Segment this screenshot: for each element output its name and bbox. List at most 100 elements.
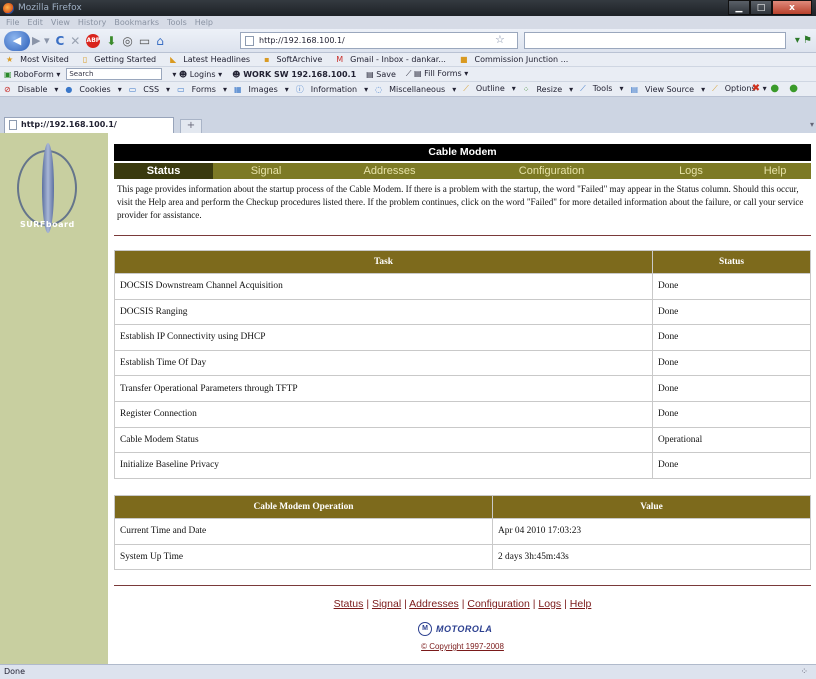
task-cell: Transfer Operational Parameters through … — [114, 375, 653, 402]
bookmark-latest-headlines[interactable]: ◣ Latest Headlines — [170, 55, 257, 64]
footer-link-status[interactable]: Status — [334, 598, 364, 610]
task-cell: Initialize Baseline Privacy — [114, 452, 653, 479]
status-bar: Done ⁘ — [0, 664, 816, 679]
download-icon[interactable]: ⬇ — [106, 34, 116, 48]
options-icon: ⟋ — [712, 84, 718, 93]
table-row: Establish IP Connectivity using DHCP Done — [114, 324, 811, 351]
maximize-button[interactable]: □ — [750, 0, 772, 15]
css-icon: ▭ — [128, 84, 137, 94]
nav-tab-logs[interactable]: Logs — [643, 163, 739, 179]
task-cell: DOCSIS Ranging — [114, 298, 653, 326]
new-tab-button[interactable]: + — [180, 119, 202, 133]
nav-tab-help[interactable]: Help — [739, 163, 811, 179]
page-icon — [9, 120, 17, 130]
footer-link-help[interactable]: Help — [570, 598, 592, 610]
bookmark-star-icon[interactable]: ☆ — [495, 33, 505, 46]
nav-tab-addresses[interactable]: Addresses — [319, 163, 460, 179]
bookmark-softarchive[interactable]: ▪ SoftArchive — [264, 55, 329, 64]
footer-link-addresses[interactable]: Addresses — [409, 598, 459, 610]
table-row: Register Connection Done — [114, 400, 811, 428]
bookmark-most-visited[interactable]: ★ Most Visited — [6, 55, 76, 64]
reload-icon[interactable]: C — [55, 34, 64, 48]
status-cell: Done — [652, 375, 811, 402]
roboform-menu[interactable]: RoboForm — [14, 70, 54, 79]
back-button[interactable]: ◀ — [4, 30, 30, 51]
webdev-css[interactable]: ▭ CSS ▾ — [129, 85, 170, 94]
menu-history[interactable]: History — [78, 18, 106, 27]
nav-tab-signal[interactable]: Signal — [213, 163, 319, 179]
footer-link-configuration[interactable]: Configuration — [467, 598, 529, 610]
title-bar: Mozilla Firefox ▁ □ x — [0, 0, 816, 16]
webdev-outline[interactable]: ⟋ Outline ▾ — [463, 84, 516, 94]
task-cell: Register Connection — [114, 400, 653, 428]
webdev-information[interactable]: ⓘ Information ▾ — [296, 84, 368, 95]
roboform-fill-forms[interactable]: ⟋ ▤ Fill Forms ▾ — [406, 69, 468, 79]
webdev-images[interactable]: ▦ Images ▾ — [234, 85, 289, 94]
nav-tab-configuration[interactable]: Configuration — [460, 163, 643, 179]
roboform-toolbar: ▣ RoboForm ▾ Search ▾ ☻ Logins ▾ ☻ WORK … — [0, 67, 816, 82]
menu-view[interactable]: View — [51, 18, 70, 27]
webdev-status-icons[interactable]: ✖ ● ● — [752, 83, 805, 94]
bookmark-gmail[interactable]: M Gmail - Inbox - dankar... — [336, 55, 453, 64]
motorola-wordmark: MOTOROLA — [436, 624, 493, 634]
addon-icon[interactable]: ▾ ⚑ — [795, 35, 812, 46]
status-text: Done — [4, 667, 26, 676]
menu-file[interactable]: File — [6, 18, 19, 27]
adblock-icon[interactable]: ABP — [86, 33, 101, 48]
task-cell: Establish Time Of Day — [114, 349, 653, 377]
roboform-save[interactable]: ▤ Save — [366, 70, 396, 79]
window-controls: ▁ □ x — [728, 0, 812, 15]
webdev-view-source[interactable]: ▤ View Source ▾ — [630, 85, 705, 94]
webdev-tools[interactable]: ⟋ Tools ▾ — [580, 84, 623, 94]
webdev-forms[interactable]: ▭ Forms ▾ — [177, 85, 227, 94]
roboform-dropdown-icon[interactable]: ▾ — [54, 70, 60, 79]
stop-icon[interactable]: ✕ — [70, 34, 80, 48]
search-input[interactable] — [524, 32, 786, 49]
url-input[interactable]: http://192.168.100.1/ — [240, 32, 518, 49]
motorola-logo: M MOTOROLA — [418, 622, 492, 636]
forward-button[interactable]: ▶ ▾ — [32, 34, 49, 47]
roboform-work-login[interactable]: ☻ WORK SW 192.168.100.1 — [232, 70, 356, 79]
webdev-miscellaneous[interactable]: ◌ Miscellaneous ▾ — [375, 85, 456, 94]
minimize-button[interactable]: ▁ — [728, 0, 750, 15]
tab-list-icon[interactable]: ▾ — [810, 120, 814, 129]
footer-link-logs[interactable]: Logs — [538, 598, 561, 610]
home-icon[interactable]: ⌂ — [156, 34, 164, 48]
surfboard-logo-text: SURFboard — [20, 220, 75, 229]
intro-text: This page provides information about the… — [117, 184, 804, 220]
cookie-icon: ● — [65, 84, 73, 94]
webdev-disable[interactable]: ⊘ Disable ▾ — [4, 85, 58, 94]
panel-icon[interactable]: ▭ — [139, 34, 150, 48]
copyright-link[interactable]: © Copyright 1997-2008 — [114, 642, 811, 651]
status-cell: Done — [652, 400, 811, 428]
webdev-resize[interactable]: ⁘ Resize ▾ — [523, 85, 573, 94]
bookmark-getting-started[interactable]: ▯ Getting Started — [83, 55, 163, 64]
roboform-logins[interactable]: ▾ ☻ Logins ▾ — [172, 70, 222, 79]
bookmark-commission-junction[interactable]: ■ Commission Junction ... — [460, 55, 575, 64]
menu-bookmarks[interactable]: Bookmarks — [114, 18, 159, 27]
window-title: Mozilla Firefox — [18, 3, 82, 13]
disable-icon: ⊘ — [4, 84, 11, 94]
menu-edit[interactable]: Edit — [27, 18, 43, 27]
nav-tab-status[interactable]: Status — [114, 163, 213, 179]
menu-bar: File Edit View History Bookmarks Tools H… — [0, 16, 816, 29]
menu-tools[interactable]: Tools — [167, 18, 187, 27]
cj-icon: ■ — [459, 55, 468, 64]
status-cell: Operational — [652, 426, 811, 454]
status-cell: Done — [652, 349, 811, 377]
status-cell: Done — [652, 273, 811, 300]
menu-help[interactable]: Help — [195, 18, 213, 27]
webdev-cookies[interactable]: ● Cookies ▾ — [65, 85, 121, 94]
gear-icon[interactable]: ◎ — [122, 34, 132, 48]
roboform-search-input[interactable]: Search — [66, 68, 163, 80]
footer-link-signal[interactable]: Signal — [372, 598, 401, 610]
resize-grip-icon[interactable]: ⁘ — [800, 665, 808, 679]
task-cell: DOCSIS Downstream Channel Acquisition — [114, 273, 653, 300]
table-row: Initialize Baseline Privacy Done — [114, 452, 811, 479]
operation-table: Cable Modem Operation Value Current Time… — [114, 495, 811, 571]
task-table: Task Status DOCSIS Downstream Channel Ac… — [114, 250, 811, 479]
table-row: Transfer Operational Parameters through … — [114, 375, 811, 402]
close-button[interactable]: x — [772, 0, 812, 15]
divider — [114, 585, 811, 586]
tab-active[interactable]: http://192.168.100.1/ — [4, 117, 174, 133]
